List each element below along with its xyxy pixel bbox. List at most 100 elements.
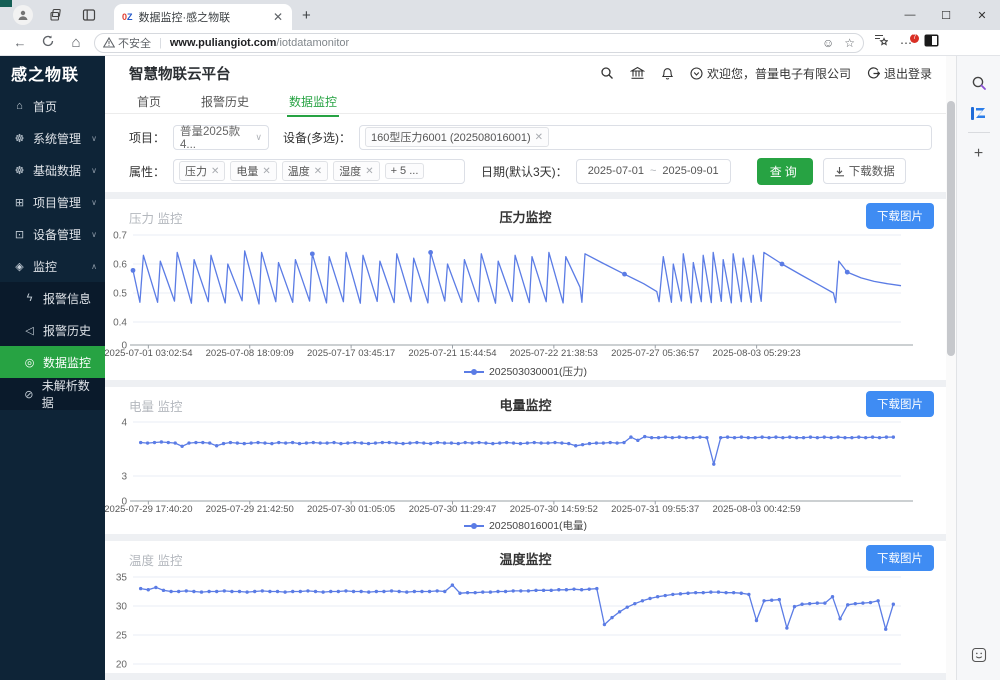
check-circle-icon: ◎ bbox=[22, 356, 37, 369]
svg-text:2025-07-17 03:45:17: 2025-07-17 03:45:17 bbox=[307, 348, 395, 359]
sidebar-app-icon[interactable] bbox=[970, 98, 987, 128]
minimize-button[interactable]: — bbox=[892, 0, 928, 30]
bing-search-icon[interactable] bbox=[971, 68, 987, 98]
date-range-picker[interactable]: 2025-07-01 ~ 2025-09-01 bbox=[576, 159, 731, 184]
sidebar-item-data-monitor[interactable]: ◎ 数据监控 bbox=[0, 346, 105, 378]
lightning-icon: ϟ bbox=[22, 292, 37, 304]
url-path: /iotdatamonitor bbox=[276, 37, 349, 49]
attr-tag: 湿度✕ bbox=[333, 161, 379, 181]
pressure-chart-section: 压力 监控 压力监控 下载图片 0.70.60.50.402025-07-01 … bbox=[105, 199, 946, 380]
tab-close-icon[interactable]: ✕ bbox=[270, 10, 286, 24]
chevron-down-icon: ∨ bbox=[91, 166, 97, 175]
refresh-icon[interactable] bbox=[34, 35, 62, 50]
feedback-smiley-icon[interactable]: ☺ bbox=[822, 36, 834, 50]
app-logo: 感之物联 bbox=[0, 56, 105, 90]
remove-tag-icon[interactable]: ✕ bbox=[365, 166, 373, 177]
remove-tag-icon[interactable]: ✕ bbox=[211, 166, 219, 177]
browser-tabstrip: 0Z 数据监控·感之物联 ✕ + — ☐ ✕ bbox=[0, 0, 1000, 30]
grid-icon: ⊞ bbox=[12, 196, 27, 209]
legend-marker-icon bbox=[464, 522, 484, 530]
download-icon bbox=[834, 166, 845, 177]
page-title: 智慧物联云平台 bbox=[129, 63, 231, 84]
logout-button[interactable]: 退出登录 bbox=[867, 65, 932, 82]
favorite-star-icon[interactable]: ☆ bbox=[844, 36, 855, 50]
svg-text:2025-08-03 05:29:23: 2025-08-03 05:29:23 bbox=[713, 348, 801, 359]
sidebar-item-alarm-history[interactable]: ◁ 报警历史 bbox=[0, 314, 105, 346]
filter-panel: 项目： 普量2025款4... ∨ 设备(多选)： 160型压力6001 (20… bbox=[105, 114, 946, 192]
bank-icon[interactable] bbox=[630, 66, 645, 80]
temperature-chart-section: 温度 监控 温度监控 下载图片 35302520 bbox=[105, 541, 946, 673]
browser-tab-active[interactable]: 0Z 数据监控·感之物联 ✕ bbox=[114, 4, 292, 30]
remove-tag-icon[interactable]: ✕ bbox=[535, 132, 543, 143]
attr-more-tag[interactable]: + 5 ... bbox=[385, 163, 425, 179]
chart-legend[interactable]: 202503030001(压力) bbox=[105, 363, 946, 380]
browser-addressbar: ← ⌂ 不安全 | www.puliangiot.com/iotdatamoni… bbox=[0, 30, 1000, 56]
download-image-button[interactable]: 下载图片 bbox=[866, 391, 934, 417]
welcome-menu[interactable]: 欢迎您，普量电子有限公司 bbox=[690, 65, 851, 82]
download-data-button[interactable]: 下载数据 bbox=[823, 158, 906, 184]
chart-title: 电量监控 bbox=[105, 395, 946, 414]
chevron-down-icon: ∨ bbox=[91, 134, 97, 143]
profile-button[interactable] bbox=[10, 4, 36, 26]
attribute-multiselect[interactable]: 压力✕ 电量✕ 温度✕ 湿度✕ + 5 ... bbox=[173, 159, 465, 184]
sidebar-item-monitor[interactable]: ◈ 监控 ∧ bbox=[0, 250, 105, 282]
chart-title: 温度监控 bbox=[105, 549, 946, 568]
url-input[interactable]: 不安全 | www.puliangiot.com/iotdatamonitor … bbox=[94, 33, 864, 53]
bell-icon[interactable] bbox=[661, 66, 674, 80]
tab-alarm-history[interactable]: 报警历史 bbox=[199, 90, 251, 115]
page-scrollbar[interactable] bbox=[946, 56, 956, 680]
temperature-chart: 35302520 bbox=[105, 571, 925, 673]
edge-sidebar: + bbox=[956, 56, 1000, 680]
workspaces-icon[interactable] bbox=[43, 4, 69, 26]
svg-text:2025-07-30 01:05:05: 2025-07-30 01:05:05 bbox=[307, 504, 395, 515]
browser-essentials-icon[interactable] bbox=[971, 640, 987, 670]
sidebar-item-home[interactable]: ⌂ 首页 bbox=[0, 90, 105, 122]
new-tab-button[interactable]: + bbox=[302, 7, 311, 24]
device-multiselect[interactable]: 160型压力6001 (202508016001) ✕ bbox=[359, 125, 932, 150]
back-icon[interactable]: ← bbox=[6, 35, 34, 50]
page-tabbar: 首页 报警历史 数据监控 bbox=[105, 90, 946, 114]
maximize-button[interactable]: ☐ bbox=[928, 0, 964, 30]
add-sidebar-item-icon[interactable]: + bbox=[974, 139, 983, 169]
close-button[interactable]: ✕ bbox=[964, 0, 1000, 30]
scrollbar-thumb[interactable] bbox=[947, 101, 955, 356]
project-select[interactable]: 普量2025款4... ∨ bbox=[173, 125, 269, 150]
split-screen-icon[interactable] bbox=[924, 34, 939, 52]
home-icon[interactable]: ⌂ bbox=[62, 34, 90, 51]
tab-title: 数据监控·感之物联 bbox=[139, 9, 270, 25]
tab-layout-icon[interactable] bbox=[76, 4, 102, 26]
app-header: 智慧物联云平台 欢迎您，普量电子有限公司 退出登录 bbox=[105, 56, 946, 90]
sidebar-item-unparsed[interactable]: ⊘ 未解析数据 bbox=[0, 378, 105, 410]
device-tag: 160型压力6001 (202508016001) ✕ bbox=[365, 127, 549, 147]
svg-text:2025-07-29 21:42:50: 2025-07-29 21:42:50 bbox=[206, 504, 294, 515]
chart-legend[interactable]: 202508016001(电量) bbox=[105, 517, 946, 534]
remove-tag-icon[interactable]: ✕ bbox=[262, 166, 270, 177]
query-button[interactable]: 查询 bbox=[757, 158, 813, 185]
svg-text:2025-07-08 18:09:09: 2025-07-08 18:09:09 bbox=[206, 348, 294, 359]
chevron-down-icon: ∨ bbox=[91, 230, 97, 239]
tab-data-monitor[interactable]: 数据监控 bbox=[287, 90, 339, 117]
sidebar-item-system[interactable]: ☸ 系统管理 ∨ bbox=[0, 122, 105, 154]
download-image-button[interactable]: 下载图片 bbox=[866, 545, 934, 571]
tab-home[interactable]: 首页 bbox=[135, 90, 163, 115]
sidebar-item-device[interactable]: ⊡ 设备管理 ∨ bbox=[0, 218, 105, 250]
remove-tag-icon[interactable]: ✕ bbox=[314, 166, 322, 177]
download-image-button[interactable]: 下载图片 bbox=[866, 203, 934, 229]
search-icon[interactable] bbox=[600, 66, 614, 80]
svg-text:0.6: 0.6 bbox=[113, 260, 127, 271]
chevron-up-icon: ∧ bbox=[91, 262, 97, 271]
not-secure-warning[interactable]: 不安全 bbox=[103, 35, 151, 51]
site-favicon: 0Z bbox=[122, 12, 133, 22]
collections-icon[interactable] bbox=[874, 34, 888, 52]
svg-text:2025-07-01 03:02:54: 2025-07-01 03:02:54 bbox=[105, 348, 192, 359]
browser-menu-icon[interactable]: ⋯7 bbox=[900, 36, 912, 50]
svg-text:2025-07-27 05:36:57: 2025-07-27 05:36:57 bbox=[611, 348, 699, 359]
sidebar-item-basedata[interactable]: ☸ 基础数据 ∨ bbox=[0, 154, 105, 186]
sidebar-item-project[interactable]: ⊞ 项目管理 ∨ bbox=[0, 186, 105, 218]
monitor-icon: ⊡ bbox=[12, 228, 27, 241]
home-icon: ⌂ bbox=[12, 100, 27, 112]
svg-text:2025-07-30 14:59:52: 2025-07-30 14:59:52 bbox=[510, 504, 598, 515]
divider bbox=[968, 132, 990, 133]
sidebar-item-alarm-info[interactable]: ϟ 报警信息 bbox=[0, 282, 105, 314]
sidebar-submenu: ϟ 报警信息 ◁ 报警历史 ◎ 数据监控 ⊘ 未解析数据 bbox=[0, 282, 105, 410]
